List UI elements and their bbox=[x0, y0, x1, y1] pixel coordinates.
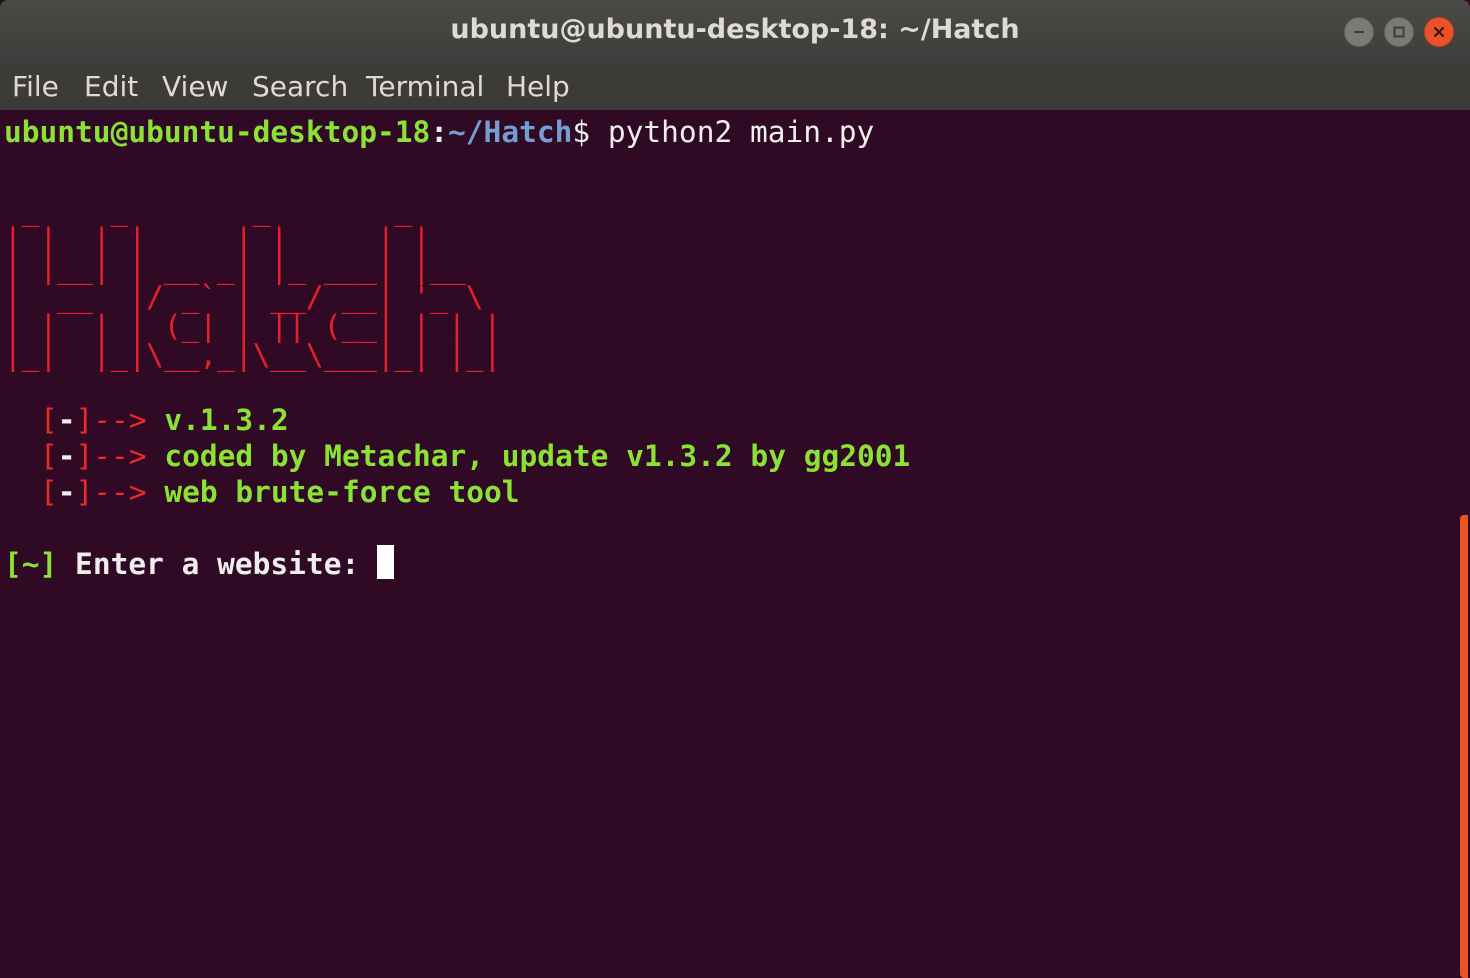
input-prompt-text: Enter a website: bbox=[57, 547, 377, 581]
terminal-output[interactable]: ubuntu@ubuntu-desktop-18:~/Hatch$ python… bbox=[0, 110, 1458, 978]
info-bracket: [ bbox=[40, 475, 58, 509]
menu-terminal[interactable]: Terminal bbox=[366, 70, 484, 103]
website-input-line[interactable]: [~] Enter a website: bbox=[4, 545, 394, 582]
maximize-icon bbox=[1393, 26, 1405, 38]
window-title: ubuntu@ubuntu-desktop-18: ~/Hatch bbox=[450, 14, 1020, 45]
minimize-icon bbox=[1354, 31, 1364, 33]
close-icon bbox=[1433, 26, 1445, 38]
info-arrow: ]--> bbox=[75, 439, 147, 473]
menu-help[interactable]: Help bbox=[506, 70, 570, 103]
info-text: v.1.3.2 bbox=[146, 403, 289, 437]
maximize-button[interactable] bbox=[1384, 17, 1414, 47]
info-line-author: [-]--> coded by Metachar, update v1.3.2 … bbox=[40, 438, 910, 474]
info-line-version: [-]--> v.1.3.2 bbox=[40, 402, 289, 438]
info-text: web brute-force tool bbox=[146, 475, 520, 509]
info-dash: - bbox=[57, 403, 76, 437]
text-cursor bbox=[377, 545, 394, 579]
scrollbar-thumb[interactable] bbox=[1460, 515, 1468, 978]
menu-file[interactable]: File bbox=[12, 70, 59, 103]
info-arrow: ]--> bbox=[75, 475, 147, 509]
close-button[interactable] bbox=[1424, 17, 1454, 47]
menu-edit[interactable]: Edit bbox=[84, 70, 138, 103]
banner-line: |_| |_|\__,_|\__\___|_| |_| bbox=[4, 338, 502, 372]
input-prompt-bracket: [~] bbox=[4, 547, 58, 581]
prompt-dollar: $ bbox=[572, 115, 591, 149]
scrollbar[interactable] bbox=[1458, 110, 1470, 978]
terminal-window: ubuntu@ubuntu-desktop-18: ~/Hatch File E… bbox=[0, 0, 1470, 978]
info-arrow: ]--> bbox=[75, 403, 147, 437]
info-dash: - bbox=[57, 475, 76, 509]
prompt-path: ~/Hatch bbox=[448, 115, 573, 149]
info-dash: - bbox=[57, 439, 76, 473]
info-text: coded by Metachar, update v1.3.2 by gg20… bbox=[146, 439, 911, 473]
command-text: python2 main.py bbox=[590, 115, 875, 149]
prompt-user-host: ubuntu@ubuntu-desktop-18 bbox=[4, 115, 431, 149]
info-line-description: [-]--> web brute-force tool bbox=[40, 474, 520, 510]
hatch-ascii-banner: _ _ _ _ | | | | | | | | | |__| | __ _| |… bbox=[4, 195, 502, 372]
info-bracket: [ bbox=[40, 403, 58, 437]
minimize-button[interactable] bbox=[1344, 17, 1374, 47]
menu-search[interactable]: Search bbox=[252, 70, 348, 103]
title-bar[interactable]: ubuntu@ubuntu-desktop-18: ~/Hatch bbox=[0, 0, 1470, 64]
info-bracket: [ bbox=[40, 439, 58, 473]
menu-view[interactable]: View bbox=[162, 70, 228, 103]
command-line: ubuntu@ubuntu-desktop-18:~/Hatch$ python… bbox=[4, 114, 874, 150]
prompt-colon: : bbox=[430, 115, 449, 149]
menu-bar: File Edit View Search Terminal Help bbox=[0, 64, 1470, 110]
